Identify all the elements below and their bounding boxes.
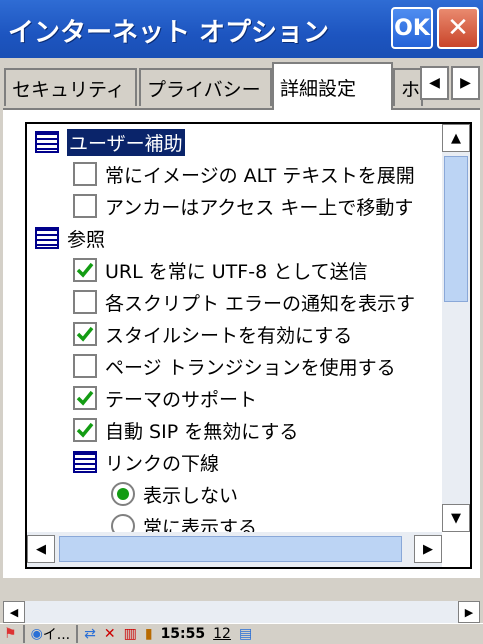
checkbox[interactable] bbox=[73, 386, 97, 410]
tree-item-label: 自動 SIP を無効にする bbox=[105, 420, 299, 443]
arrow-left-icon[interactable]: ◀ bbox=[27, 535, 55, 563]
checkbox[interactable] bbox=[73, 162, 97, 186]
settings-tree-list: ユーザー補助 常にイメージの ALT テキストを展開 アンカーはアクセス キー上… bbox=[27, 124, 442, 532]
tree-item-label: 参照 bbox=[67, 228, 106, 251]
vertical-scrollbar[interactable]: ▲ ▼ bbox=[442, 124, 470, 532]
arrow-right-icon[interactable]: ▶ bbox=[458, 601, 480, 623]
tab-advanced[interactable]: 詳細設定 bbox=[272, 62, 393, 110]
ie-taskbar-button[interactable]: ◉ イ... bbox=[27, 624, 75, 644]
page-horizontal-scrollbar[interactable]: ◀ ▶ bbox=[3, 601, 480, 623]
tree-item-label: 表示しない bbox=[143, 484, 239, 507]
tab-security[interactable]: セキュリティ bbox=[4, 68, 137, 106]
window-title: インターネット オプション bbox=[8, 18, 330, 48]
tree-item-label: リンクの下線 bbox=[105, 452, 220, 475]
tree-item-page-transitions[interactable]: ページ トランジションを使用する bbox=[73, 350, 396, 382]
checkmark-icon bbox=[76, 422, 94, 438]
windows-flag-icon[interactable]: ⚑ bbox=[0, 624, 21, 644]
advanced-panel: ユーザー補助 常にイメージの ALT テキストを展開 アンカーはアクセス キー上… bbox=[3, 108, 480, 578]
list-group-icon bbox=[35, 227, 59, 249]
tree-item-label: 常に表示する bbox=[143, 516, 258, 533]
tree-item-label: アンカーはアクセス キー上で移動す bbox=[105, 196, 414, 219]
tree-item-always[interactable]: 常に表示する bbox=[111, 510, 257, 532]
signal-icon[interactable]: ▥ bbox=[120, 624, 141, 644]
tree-item-never[interactable]: 表示しない bbox=[111, 478, 238, 510]
tree-item-script-errors[interactable]: 各スクリプト エラーの通知を表示す bbox=[73, 286, 415, 318]
checkmark-icon bbox=[76, 262, 94, 278]
radio-button[interactable] bbox=[111, 482, 135, 506]
arrow-up-icon[interactable]: ▲ bbox=[442, 124, 470, 152]
checkbox[interactable] bbox=[73, 290, 97, 314]
tree-item-underline-links[interactable]: リンクの下線 bbox=[73, 446, 219, 478]
input-panel-icon[interactable]: ▤ bbox=[235, 624, 256, 644]
checkbox[interactable] bbox=[73, 418, 97, 442]
tab-scroll-left-icon[interactable]: ◀ bbox=[420, 66, 449, 100]
checkbox[interactable] bbox=[73, 258, 97, 282]
tree-item-label: URL を常に UTF-8 として送信 bbox=[105, 260, 368, 283]
checkbox[interactable] bbox=[73, 322, 97, 346]
settings-tree: ユーザー補助 常にイメージの ALT テキストを展開 アンカーはアクセス キー上… bbox=[25, 122, 472, 569]
antenna-off-icon[interactable]: ✕ bbox=[100, 624, 120, 644]
arrow-down-icon[interactable]: ▼ bbox=[442, 504, 470, 532]
tree-item-theme-support[interactable]: テーマのサポート bbox=[73, 382, 257, 414]
tree-item-anchor-access-key[interactable]: アンカーはアクセス キー上で移動す bbox=[73, 190, 413, 222]
tab-scroll-arrows: ◀ ▶ bbox=[420, 66, 483, 100]
horizontal-scroll-thumb[interactable] bbox=[59, 536, 402, 562]
scroll-corner bbox=[442, 532, 470, 567]
tree-item-label: テーマのサポート bbox=[105, 388, 258, 411]
tab-strip: セキュリティ プライバシー 詳細設定 ホ ◀ ▶ bbox=[0, 62, 483, 110]
checkmark-icon bbox=[76, 390, 94, 406]
tree-item-label: スタイルシートを有効にする bbox=[105, 324, 353, 347]
radio-button[interactable] bbox=[111, 514, 135, 532]
keyboard-button[interactable]: 12 bbox=[209, 624, 235, 644]
arrow-left-icon[interactable]: ◀ bbox=[3, 601, 25, 623]
checkbox[interactable] bbox=[73, 354, 97, 378]
tree-item-disable-sip[interactable]: 自動 SIP を無効にする bbox=[73, 414, 298, 446]
tab-scroll-right-icon[interactable]: ▶ bbox=[451, 66, 480, 100]
tree-item-browsing[interactable]: 参照 bbox=[35, 222, 105, 254]
globe-icon: ◉ bbox=[30, 626, 43, 642]
close-button[interactable]: ✕ bbox=[437, 7, 479, 49]
ok-button[interactable]: OK bbox=[391, 7, 433, 49]
arrow-right-icon[interactable]: ▶ bbox=[414, 535, 442, 563]
title-bar: インターネット オプション OK ✕ bbox=[0, 0, 483, 58]
tab-privacy[interactable]: プライバシー bbox=[139, 68, 272, 106]
list-group-icon bbox=[35, 131, 59, 153]
tree-item-label: 常にイメージの ALT テキストを展開 bbox=[105, 164, 415, 187]
tree-item-label: ユーザー補助 bbox=[67, 128, 185, 156]
list-group-icon bbox=[73, 451, 97, 473]
tree-item-label: 各スクリプト エラーの通知を表示す bbox=[105, 292, 416, 315]
checkmark-icon bbox=[76, 326, 94, 342]
tree-item-alt-text[interactable]: 常にイメージの ALT テキストを展開 bbox=[73, 158, 415, 190]
battery-icon[interactable]: ▮ bbox=[141, 624, 157, 644]
tree-item-utf8[interactable]: URL を常に UTF-8 として送信 bbox=[73, 254, 368, 286]
tree-item-accessibility[interactable]: ユーザー補助 bbox=[35, 126, 185, 158]
taskbar: ⚑ ◉ イ... ⇄ ✕ ▥ ▮ 15:55 12 ▤ bbox=[0, 623, 483, 644]
tree-item-label: ページ トランジションを使用する bbox=[105, 356, 396, 379]
clock[interactable]: 15:55 bbox=[157, 624, 210, 644]
network-icon[interactable]: ⇄ bbox=[80, 624, 100, 644]
tree-item-stylesheets[interactable]: スタイルシートを有効にする bbox=[73, 318, 352, 350]
tab-home[interactable]: ホ bbox=[393, 68, 423, 106]
vertical-scroll-thumb[interactable] bbox=[444, 156, 468, 302]
checkbox[interactable] bbox=[73, 194, 97, 218]
horizontal-scrollbar[interactable]: ◀ ▶ bbox=[27, 532, 442, 567]
